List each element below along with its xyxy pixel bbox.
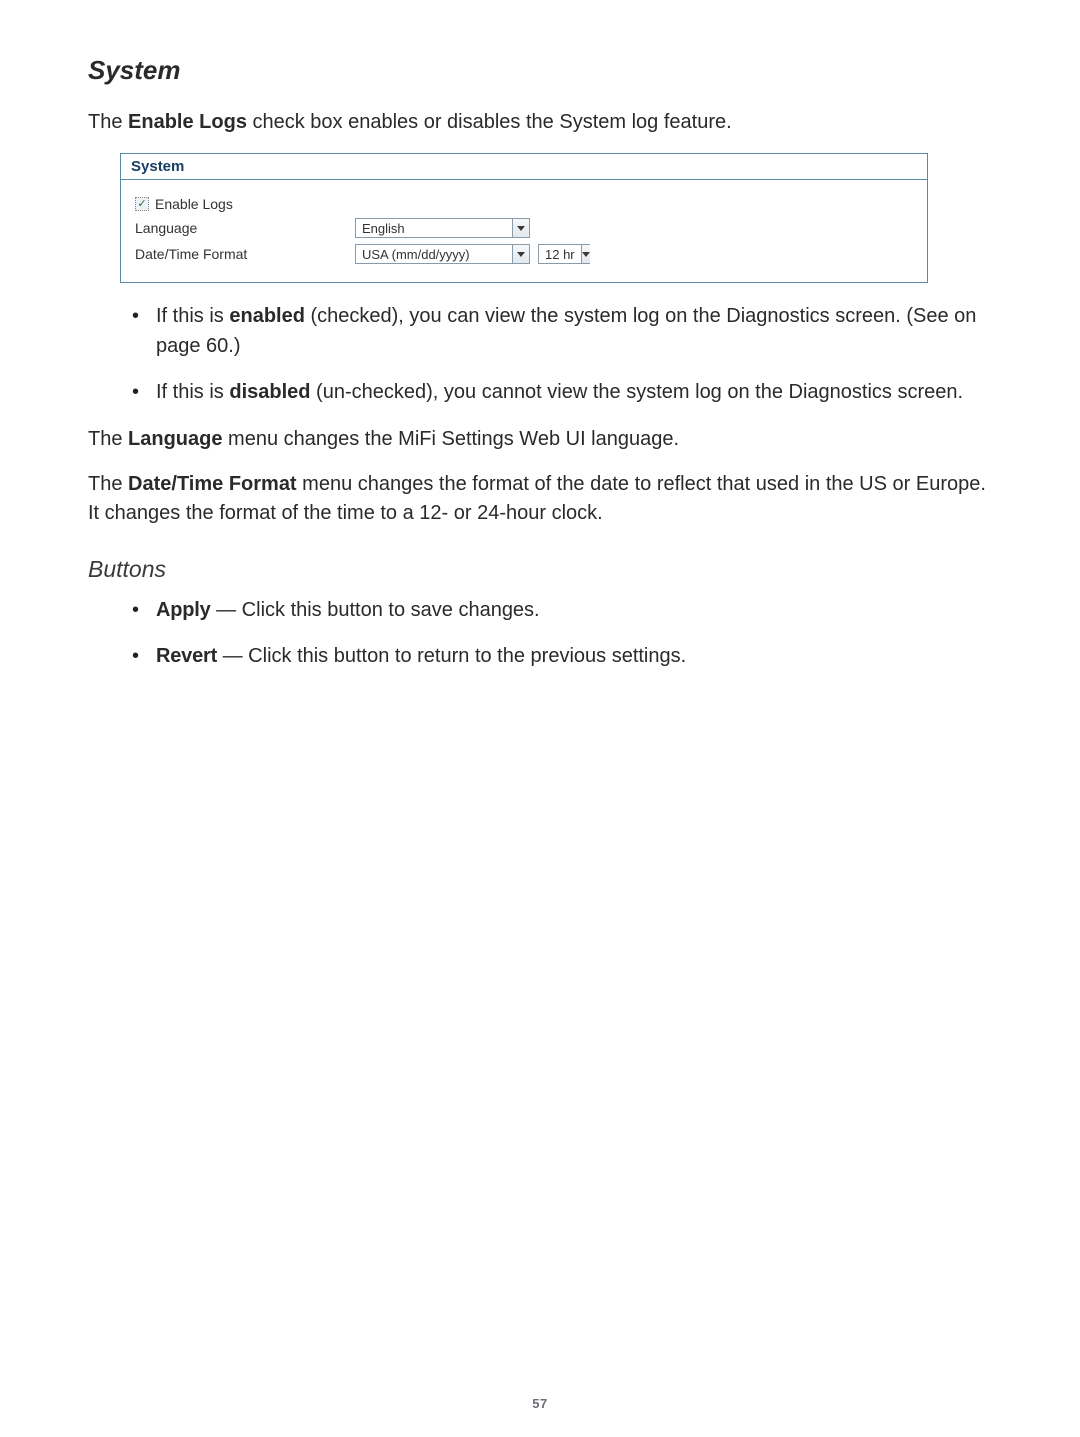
bold-revert: Revert bbox=[156, 645, 217, 667]
clock-format-value: 12 hr bbox=[539, 245, 581, 263]
language-select[interactable]: English bbox=[355, 218, 530, 238]
text: The bbox=[88, 428, 128, 450]
bold-enabled: enabled bbox=[229, 305, 305, 327]
panel-body: ✓ Enable Logs Language English Date/Time… bbox=[121, 180, 927, 282]
date-format-row: Date/Time Format USA (mm/dd/yyyy) 12 hr bbox=[135, 244, 913, 264]
bold-dateformat: Date/Time Format bbox=[128, 473, 297, 495]
language-row: Language English bbox=[135, 218, 913, 238]
language-value: English bbox=[356, 219, 512, 237]
text: If this is bbox=[156, 305, 229, 327]
language-paragraph: The Language menu changes the MiFi Setti… bbox=[88, 425, 992, 454]
heading-buttons: Buttons bbox=[88, 556, 992, 583]
list-item: If this is enabled (checked), you can vi… bbox=[132, 301, 992, 361]
intro-paragraph: The Enable Logs check box enables or dis… bbox=[88, 108, 992, 137]
text: If this is bbox=[156, 381, 229, 403]
enable-logs-label: ✓ Enable Logs bbox=[135, 196, 355, 212]
date-format-value: USA (mm/dd/yyyy) bbox=[356, 245, 512, 263]
heading-system: System bbox=[88, 55, 992, 86]
bold-apply: Apply bbox=[156, 599, 211, 621]
text: The bbox=[88, 473, 128, 495]
system-panel: System ✓ Enable Logs Language English bbox=[120, 153, 928, 283]
bold-disabled: disabled bbox=[229, 381, 310, 403]
buttons-list: Apply — Click this button to save change… bbox=[88, 595, 992, 671]
list-item: Revert — Click this button to return to … bbox=[132, 641, 992, 671]
list-item: If this is disabled (un-checked), you ca… bbox=[132, 377, 992, 407]
panel-title: System bbox=[121, 154, 927, 180]
chevron-down-icon bbox=[512, 245, 529, 263]
enable-logs-checkbox[interactable]: ✓ bbox=[135, 197, 149, 211]
text: check box enables or disables the System… bbox=[247, 111, 732, 133]
enable-logs-text: Enable Logs bbox=[155, 196, 233, 212]
text: The bbox=[88, 111, 128, 133]
text: (un-checked), you cannot view the system… bbox=[311, 381, 964, 403]
list-item: Apply — Click this button to save change… bbox=[132, 595, 992, 625]
text: — Click this button to return to the pre… bbox=[217, 645, 686, 667]
text: menu changes the MiFi Settings Web UI la… bbox=[222, 428, 679, 450]
enable-logs-row: ✓ Enable Logs bbox=[135, 196, 913, 212]
system-panel-screenshot: System ✓ Enable Logs Language English bbox=[120, 153, 928, 283]
chevron-down-icon bbox=[512, 219, 529, 237]
date-format-select[interactable]: USA (mm/dd/yyyy) bbox=[355, 244, 530, 264]
bold-enable-logs: Enable Logs bbox=[128, 111, 247, 133]
language-label: Language bbox=[135, 220, 355, 236]
check-icon: ✓ bbox=[137, 199, 146, 210]
dateformat-paragraph: The Date/Time Format menu changes the fo… bbox=[88, 470, 992, 528]
enable-logs-behaviour-list: If this is enabled (checked), you can vi… bbox=[88, 301, 992, 407]
page-number: 57 bbox=[0, 1396, 1080, 1411]
bold-language: Language bbox=[128, 428, 222, 450]
chevron-down-icon bbox=[581, 245, 590, 263]
date-format-label: Date/Time Format bbox=[135, 246, 355, 262]
text: — Click this button to save changes. bbox=[211, 599, 540, 621]
clock-format-select[interactable]: 12 hr bbox=[538, 244, 590, 264]
